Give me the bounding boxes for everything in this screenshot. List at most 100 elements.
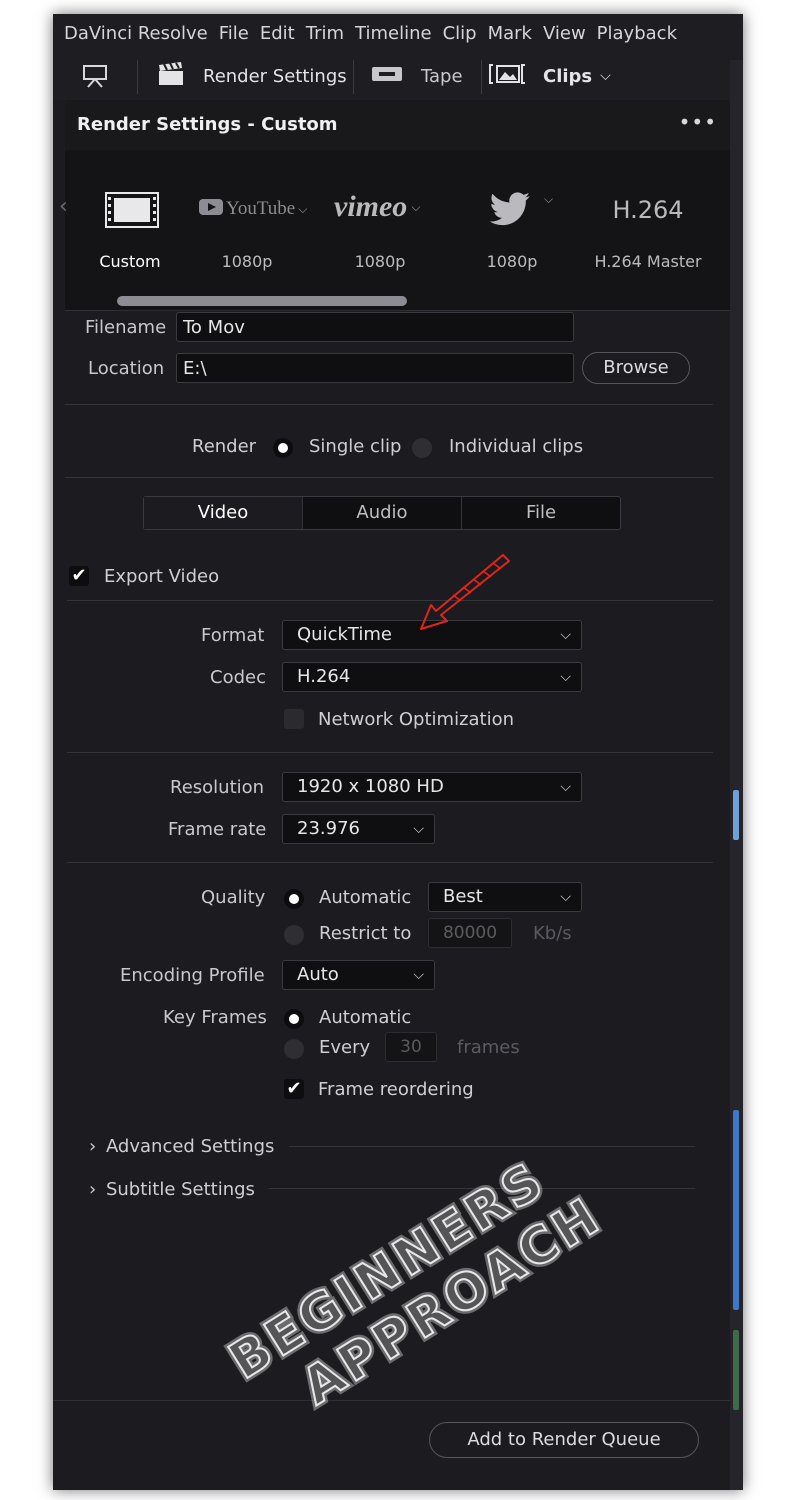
codec-dropdown[interactable]: H.264 ⌵	[282, 662, 582, 692]
preset-twitter[interactable]: ⌵ 1080p	[452, 150, 572, 300]
menu-playback[interactable]: Playback	[597, 23, 677, 44]
encoding-profile-value: Auto	[297, 964, 339, 985]
export-video-checkbox[interactable]: ✔	[69, 566, 89, 586]
network-optimization-label: Network Optimization	[318, 709, 515, 730]
tab-audio[interactable]: Audio	[302, 497, 461, 529]
tab-video[interactable]: Video	[144, 497, 302, 529]
bitrate-unit: Kb/s	[533, 923, 572, 944]
menu-edit[interactable]: Edit	[260, 23, 295, 44]
keyframes-automatic-radio[interactable]	[284, 1009, 304, 1029]
resolution-label: Resolution	[170, 777, 265, 798]
preset-strip: ‹ Custom YouTube ⌵ 1080p vimeo ⌵ 1080p ⌵…	[59, 150, 733, 311]
tape-tab[interactable]: Tape	[371, 52, 463, 100]
check-icon: ✔	[286, 1078, 302, 1099]
toolbar: Render Settings Tape Clips ⌵	[53, 52, 743, 100]
twitter-bird-icon	[488, 192, 532, 232]
chevron-right-icon: ›	[89, 1136, 97, 1157]
advanced-settings-toggle[interactable]: › Advanced Settings	[89, 1136, 274, 1157]
filename-field[interactable]: To Mov	[176, 312, 574, 342]
filename-label: Filename	[85, 317, 167, 338]
divider	[269, 1188, 695, 1189]
individual-clips-radio[interactable]	[412, 438, 432, 458]
chevron-down-icon: ⌵	[298, 201, 308, 216]
keyframes-every-field[interactable]: 30	[385, 1032, 437, 1062]
preset-label: Custom	[99, 252, 161, 271]
vimeo-logo: vimeo ⌵	[334, 190, 421, 223]
framerate-value: 23.976	[297, 818, 360, 839]
clips-label: Clips	[543, 65, 593, 87]
advanced-settings-label: Advanced Settings	[105, 1136, 275, 1157]
menu-davinci-resolve[interactable]: DaVinci Resolve	[64, 23, 208, 44]
bitrate-field[interactable]: 80000	[428, 918, 512, 948]
subtitle-settings-label: Subtitle Settings	[105, 1179, 255, 1200]
settings-tabs: Video Audio File	[143, 496, 621, 530]
menu-bar: DaVinci Resolve File Edit Trim Timeline …	[53, 14, 743, 52]
preset-h264[interactable]: H.264 H.264 Master	[588, 150, 708, 300]
quality-value: Best	[443, 886, 483, 907]
divider	[67, 752, 713, 753]
render-settings-window: DaVinci Resolve File Edit Trim Timeline …	[53, 14, 743, 1490]
menu-file[interactable]: File	[219, 23, 249, 44]
youtube-play-icon	[199, 199, 223, 219]
menu-timeline[interactable]: Timeline	[355, 23, 432, 44]
panel-title: Render Settings - Custom	[77, 114, 338, 135]
network-optimization-checkbox[interactable]	[284, 709, 304, 729]
keyframes-unit: frames	[457, 1037, 520, 1058]
quality-dropdown[interactable]: Best ⌵	[428, 882, 582, 912]
check-icon: ✔	[71, 565, 87, 586]
menu-mark[interactable]: Mark	[488, 23, 532, 44]
chevron-down-icon: ⌵	[560, 669, 571, 685]
preset-youtube[interactable]: YouTube ⌵ 1080p	[187, 150, 307, 300]
framerate-dropdown[interactable]: 23.976 ⌵	[282, 814, 435, 844]
divider	[67, 600, 713, 601]
tab-file[interactable]: File	[461, 497, 620, 529]
keyframes-every-label: Every	[319, 1037, 371, 1058]
frame-reordering-label: Frame reordering	[318, 1079, 474, 1100]
single-clip-label: Single clip	[309, 436, 402, 457]
location-field[interactable]: E:\	[176, 353, 574, 383]
clips-icon	[489, 62, 539, 91]
monitor-stand-icon[interactable]	[81, 52, 109, 100]
panel-header: Render Settings - Custom •••	[65, 100, 733, 151]
browse-button[interactable]: Browse	[582, 352, 690, 384]
chevron-down-icon: ⌵	[600, 68, 611, 84]
preset-scrollbar[interactable]	[117, 296, 407, 306]
more-options-icon[interactable]: •••	[679, 110, 717, 134]
tape-icon	[371, 64, 403, 89]
individual-clips-label: Individual clips	[449, 436, 584, 457]
chevron-down-icon: ⌵	[560, 889, 571, 905]
format-value: QuickTime	[297, 624, 392, 645]
adjacent-panel-edge	[730, 60, 743, 1490]
h264-logo: H.264	[612, 196, 684, 224]
framerate-label: Frame rate	[168, 819, 267, 840]
add-to-render-queue-button[interactable]: Add to Render Queue	[429, 1422, 699, 1458]
annotation-arrow-icon	[420, 554, 510, 630]
quality-automatic-radio[interactable]	[284, 889, 304, 909]
quality-label: Quality	[201, 887, 266, 908]
encoding-profile-label: Encoding Profile	[120, 965, 265, 986]
location-label: Location	[88, 358, 165, 379]
menu-trim[interactable]: Trim	[306, 23, 344, 44]
film-strip-icon	[105, 192, 159, 232]
encoding-profile-dropdown[interactable]: Auto ⌵	[282, 960, 435, 990]
render-settings-tab[interactable]: Render Settings	[157, 52, 347, 100]
keyframes-every-radio[interactable]	[284, 1039, 304, 1059]
quality-restrict-radio[interactable]	[284, 925, 304, 945]
preset-vimeo[interactable]: vimeo ⌵ 1080p	[320, 150, 440, 300]
clips-toggle[interactable]: Clips ⌵	[489, 52, 611, 100]
single-clip-radio[interactable]	[273, 438, 293, 458]
resolution-dropdown[interactable]: 1920 x 1080 HD ⌵	[282, 772, 582, 802]
menu-clip[interactable]: Clip	[443, 23, 477, 44]
chevron-left-icon[interactable]: ‹	[59, 194, 68, 219]
resolution-value: 1920 x 1080 HD	[297, 776, 444, 797]
menu-view[interactable]: View	[543, 23, 586, 44]
frame-reordering-checkbox[interactable]: ✔	[284, 1079, 304, 1099]
preset-custom[interactable]: Custom	[70, 150, 190, 300]
divider	[65, 404, 713, 405]
format-label: Format	[201, 625, 265, 646]
codec-label: Codec	[210, 667, 266, 688]
preset-label: 1080p	[354, 252, 406, 271]
subtitle-settings-toggle[interactable]: › Subtitle Settings	[89, 1179, 255, 1200]
codec-value: H.264	[297, 666, 351, 687]
divider	[289, 1146, 695, 1147]
